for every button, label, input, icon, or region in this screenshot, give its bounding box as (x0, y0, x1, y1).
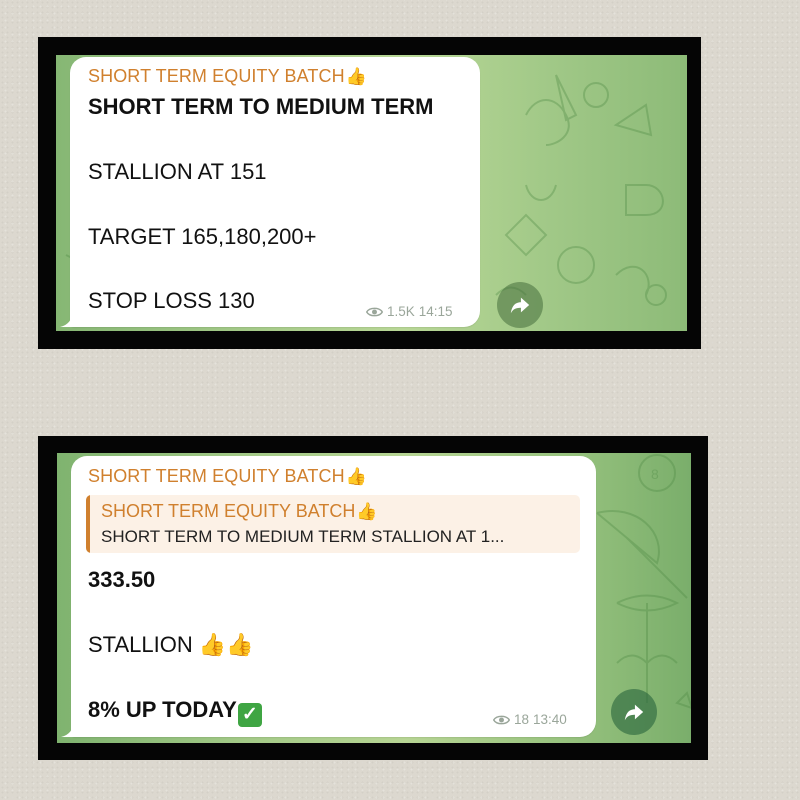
forward-share-icon (624, 704, 644, 721)
bubble-tail (60, 313, 78, 327)
message-line: STALLION AT 151 (88, 159, 267, 184)
message-meta: 1.5K 14:15 (366, 304, 453, 319)
message-line: STALLION 👍👍 (88, 632, 254, 657)
message-heading: SHORT TERM TO MEDIUM TERM (88, 94, 434, 119)
screenshot-card-2: 8 SHORT TERM EQUITY BATCH👍 SHORT TERM EQ… (38, 436, 708, 760)
message-line-bold: 8% UP TODAY ✓ (88, 697, 262, 727)
message-line: STOP LOSS 130 (88, 288, 255, 313)
thumbs-up-icon: 👍👍 (198, 632, 254, 657)
check-mark-icon: ✓ (237, 702, 262, 727)
view-count: 18 (514, 712, 530, 727)
quote-sender-name: SHORT TERM EQUITY BATCH👍 (101, 501, 378, 521)
forward-share-icon (510, 297, 530, 314)
message-bubble[interactable]: SHORT TERM EQUITY BATCH👍 SHORT TERM EQUI… (71, 456, 596, 737)
screenshot-card-1: SHORT TERM EQUITY BATCH👍 SHORT TERM TO M… (38, 37, 701, 349)
view-count: 1.5K (387, 304, 415, 319)
message-bubble[interactable]: SHORT TERM EQUITY BATCH👍 SHORT TERM TO M… (70, 57, 480, 327)
forward-button[interactable] (497, 282, 543, 328)
svg-text:8: 8 (651, 466, 659, 482)
eye-icon (366, 307, 383, 316)
sender-name[interactable]: SHORT TERM EQUITY BATCH👍 (88, 66, 367, 87)
bubble-tail (61, 723, 79, 737)
quote-text: SHORT TERM TO MEDIUM TERM STALLION AT 1.… (101, 527, 505, 546)
message-price: 333.50 (88, 567, 156, 592)
eye-icon (493, 715, 510, 724)
reply-quote[interactable]: SHORT TERM EQUITY BATCH👍 SHORT TERM TO M… (86, 495, 580, 553)
thumbs-up-icon: 👍 (345, 67, 367, 86)
message-time: 14:15 (418, 304, 453, 319)
forward-button[interactable] (611, 689, 657, 735)
sender-name[interactable]: SHORT TERM EQUITY BATCH👍 (88, 466, 367, 487)
thumbs-up-icon: 👍 (345, 467, 367, 486)
thumbs-up-icon: 👍 (356, 502, 378, 521)
quote-accent-bar (86, 495, 90, 553)
message-line: TARGET 165,180,200+ (88, 224, 317, 249)
message-meta: 18 13:40 (493, 712, 567, 727)
message-time: 13:40 (533, 712, 567, 727)
